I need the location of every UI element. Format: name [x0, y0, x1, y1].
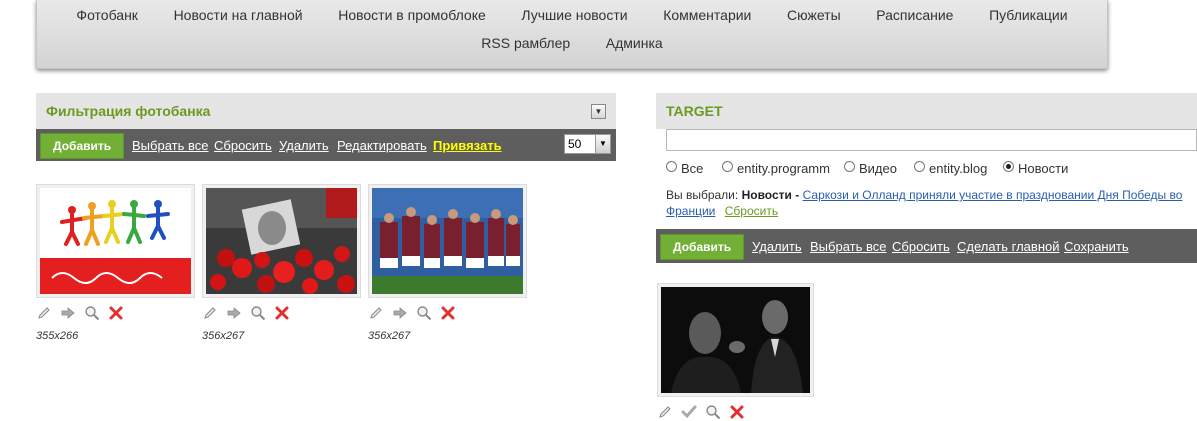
nav-item-stories[interactable]: Сюжеты: [787, 7, 841, 23]
nav-item-best-news[interactable]: Лучшие новости: [521, 7, 627, 23]
radio-entity-blog[interactable]: entity.blog: [914, 161, 987, 176]
delete-icon[interactable]: [274, 305, 290, 321]
photo-dimensions-3: 356x267: [368, 330, 411, 342]
photo-dimensions-1: 355x266: [36, 330, 79, 342]
nav-row-2: RSS рамблер Админка: [37, 35, 1107, 51]
nav-item-admin[interactable]: Админка: [606, 35, 663, 51]
photobank-toolbar: Добавить Выбрать все Сбросить Удалить Ре…: [36, 129, 616, 161]
nav-item-main-news[interactable]: Новости на главной: [174, 7, 303, 23]
pencil-icon[interactable]: [36, 305, 52, 321]
pencil-icon[interactable]: [202, 305, 218, 321]
select-all-link[interactable]: Выбрать все: [132, 138, 208, 153]
photo-thumbnail-2[interactable]: [202, 184, 361, 298]
target-header: TARGET: [656, 93, 1197, 129]
magnifier-icon[interactable]: [416, 305, 432, 321]
delete-icon[interactable]: [729, 404, 745, 420]
radio-dot-checked: [1003, 161, 1014, 172]
per-page-value: 50: [568, 137, 582, 151]
photo-actions-3: [368, 305, 468, 321]
photo-actions-2: [202, 305, 302, 321]
target-search-input[interactable]: [666, 129, 1197, 151]
politicians-portrait-image: [661, 287, 810, 393]
radio-all[interactable]: Все: [666, 161, 703, 176]
children-drawing-image: [40, 188, 191, 294]
radio-dot: [844, 161, 855, 172]
nav-item-comments[interactable]: Комментарии: [663, 7, 751, 23]
radio-dot: [914, 161, 925, 172]
target-toolbar: Добавить Удалить Выбрать все Сбросить Сд…: [656, 229, 1197, 263]
target-reset-link[interactable]: Сбросить: [892, 239, 950, 254]
radio-label: Видео: [859, 161, 897, 176]
arrow-right-icon[interactable]: [60, 305, 76, 321]
target-select-all-link[interactable]: Выбрать все: [810, 239, 886, 254]
nav-item-photobank[interactable]: Фотобанк: [76, 7, 138, 23]
selected-item-info: Вы выбрали: Новости - Саркози и Олланд п…: [666, 187, 1192, 219]
nav-item-rss-rambler[interactable]: RSS рамблер: [481, 35, 570, 51]
magnifier-icon[interactable]: [84, 305, 100, 321]
nav-item-publications[interactable]: Публикации: [989, 7, 1067, 23]
magnifier-icon[interactable]: [705, 404, 721, 420]
nav-item-promo-news[interactable]: Новости в промоблоке: [338, 7, 486, 23]
target-add-button[interactable]: Добавить: [660, 234, 745, 260]
delete-icon[interactable]: [108, 305, 124, 321]
radio-entity-programm[interactable]: entity.programm: [722, 161, 830, 176]
selected-prefix: Вы выбрали:: [666, 188, 739, 202]
selected-type: Новости: [741, 188, 792, 202]
magnifier-icon[interactable]: [250, 305, 266, 321]
nav-row-1: Фотобанк Новости на главной Новости в пр…: [37, 7, 1107, 23]
arrow-right-icon[interactable]: [226, 305, 242, 321]
pencil-icon[interactable]: [657, 404, 673, 420]
target-delete-link[interactable]: Удалить: [752, 239, 802, 254]
edit-link[interactable]: Редактировать: [337, 138, 427, 153]
checkmark-icon[interactable]: [681, 404, 697, 420]
selected-separator: -: [795, 188, 800, 202]
attach-link[interactable]: Привязать: [433, 138, 502, 153]
delete-link[interactable]: Удалить: [279, 138, 329, 153]
photobank-filter-header: Фильтрация фотобанка ▼: [36, 93, 616, 129]
photo-actions-1: [36, 305, 136, 321]
photobank-filter-title: Фильтрация фотобанка: [46, 103, 211, 119]
radio-label: Новости: [1018, 161, 1069, 176]
make-main-link[interactable]: Сделать главной: [957, 239, 1060, 254]
radio-video[interactable]: Видео: [844, 161, 897, 176]
football-team-image: [372, 188, 523, 294]
radio-label: Все: [681, 161, 704, 176]
flowers-memorial-image: [206, 188, 357, 294]
radio-label: entity.blog: [929, 161, 988, 176]
radio-dot: [666, 161, 677, 172]
target-title: TARGET: [666, 103, 723, 119]
pencil-icon[interactable]: [368, 305, 384, 321]
radio-news[interactable]: Новости: [1003, 161, 1068, 176]
selected-reset-link[interactable]: Сбросить: [725, 204, 778, 218]
photo-dimensions-2: 356x267: [202, 330, 245, 342]
per-page-select[interactable]: 50 ▼: [564, 134, 611, 154]
arrow-right-icon[interactable]: [392, 305, 408, 321]
top-navigation: Фотобанк Новости на главной Новости в пр…: [36, 0, 1108, 69]
photo-thumbnail-3[interactable]: [368, 184, 527, 298]
nav-item-schedule[interactable]: Расписание: [876, 7, 953, 23]
add-button[interactable]: Добавить: [40, 133, 125, 159]
photo-thumbnail-1[interactable]: [36, 184, 195, 298]
target-photo-actions: [657, 404, 757, 420]
chevron-down-icon: ▼: [595, 135, 610, 153]
save-link[interactable]: Сохранить: [1064, 239, 1129, 254]
reset-link[interactable]: Сбросить: [214, 138, 272, 153]
radio-label: entity.programm: [737, 161, 830, 176]
target-photo-thumbnail[interactable]: [657, 283, 814, 397]
delete-icon[interactable]: [440, 305, 456, 321]
radio-dot: [722, 161, 733, 172]
collapse-toggle-icon[interactable]: ▼: [591, 104, 606, 119]
